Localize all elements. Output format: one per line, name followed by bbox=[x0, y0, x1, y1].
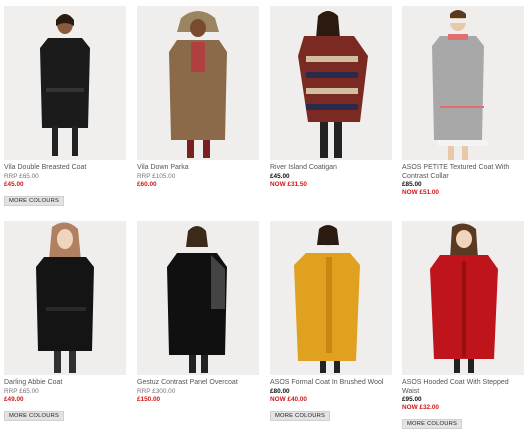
product-card[interactable]: ASOS Hooded Coat With Stepped Waist £95.… bbox=[402, 221, 524, 430]
product-name[interactable]: Vila Double Breasted Coat bbox=[4, 164, 126, 173]
more-colours-button[interactable]: MORE COLOURS bbox=[402, 419, 463, 429]
model-photo-icon bbox=[270, 221, 392, 375]
rrp-price: RRP £65.00 bbox=[4, 387, 39, 395]
product-image[interactable] bbox=[4, 221, 126, 375]
now-price: NOW £31.50 bbox=[270, 180, 307, 188]
product-card[interactable]: Vila Down Parka RRP £105.00 £60.00 bbox=[137, 6, 259, 189]
product-image[interactable] bbox=[402, 221, 524, 375]
more-colours-button[interactable]: MORE COLOURS bbox=[4, 195, 65, 206]
more-colours-button[interactable]: MORE COLOURS bbox=[4, 410, 65, 421]
model-photo-icon bbox=[137, 221, 259, 375]
product-card[interactable]: River Island Coatigan £45.00 NOW £31.50 bbox=[270, 6, 392, 189]
rrp-price: RRP £65.00 bbox=[4, 172, 39, 180]
now-price: NOW £40.00 bbox=[270, 395, 307, 403]
product-image[interactable] bbox=[137, 221, 259, 375]
original-price: £85.00 bbox=[402, 181, 422, 188]
original-price: £80.00 bbox=[270, 387, 290, 395]
model-photo-icon bbox=[137, 6, 259, 160]
sale-price: £49.00 bbox=[4, 395, 24, 403]
product-card[interactable]: Darling Abbie Coat RRP £65.00 £49.00 MOR… bbox=[4, 221, 126, 422]
sale-price: £45.00 bbox=[4, 180, 24, 188]
product-name[interactable]: ASOS Formal Coat In Brushed Wool bbox=[270, 379, 392, 388]
original-price: £45.00 bbox=[270, 172, 290, 180]
product-card[interactable]: ASOS Formal Coat In Brushed Wool £80.00 … bbox=[270, 221, 392, 422]
model-photo-icon bbox=[4, 6, 126, 160]
model-photo-icon bbox=[270, 6, 392, 160]
product-image[interactable] bbox=[137, 6, 259, 160]
now-price: NOW £51.00 bbox=[402, 189, 439, 196]
model-photo-icon bbox=[402, 6, 524, 160]
product-image[interactable]: petite bbox=[402, 6, 524, 160]
sale-price: £150.00 bbox=[137, 395, 161, 403]
original-price: £95.00 bbox=[402, 396, 422, 403]
product-name[interactable]: River Island Coatigan bbox=[270, 164, 392, 173]
sale-price: £60.00 bbox=[137, 180, 157, 188]
product-image[interactable] bbox=[270, 6, 392, 160]
more-colours-button[interactable]: MORE COLOURS bbox=[270, 410, 331, 421]
product-name[interactable]: Vila Down Parka bbox=[137, 164, 259, 173]
product-name[interactable]: ASOS Hooded Coat With Stepped Waist bbox=[402, 379, 524, 396]
product-card[interactable]: petite ASOS PETITE Textured Coat With Co… bbox=[402, 6, 524, 197]
petite-badge: petite bbox=[522, 72, 524, 106]
product-name[interactable]: ASOS PETITE Textured Coat With Contrast … bbox=[402, 164, 524, 181]
product-name[interactable]: Gestuz Contrast Panel Overcoat bbox=[137, 379, 259, 388]
now-price: NOW £32.00 bbox=[402, 404, 439, 411]
rrp-price: RRP £105.00 bbox=[137, 172, 176, 180]
product-image[interactable] bbox=[4, 6, 126, 160]
product-card[interactable]: Gestuz Contrast Panel Overcoat RRP £300.… bbox=[137, 221, 259, 404]
product-card[interactable]: Vila Double Breasted Coat RRP £65.00 £45… bbox=[4, 6, 126, 207]
product-name[interactable]: Darling Abbie Coat bbox=[4, 379, 126, 388]
rrp-price: RRP £300.00 bbox=[137, 387, 176, 395]
product-image[interactable] bbox=[270, 221, 392, 375]
model-photo-icon bbox=[4, 221, 126, 375]
model-photo-icon bbox=[402, 221, 524, 375]
